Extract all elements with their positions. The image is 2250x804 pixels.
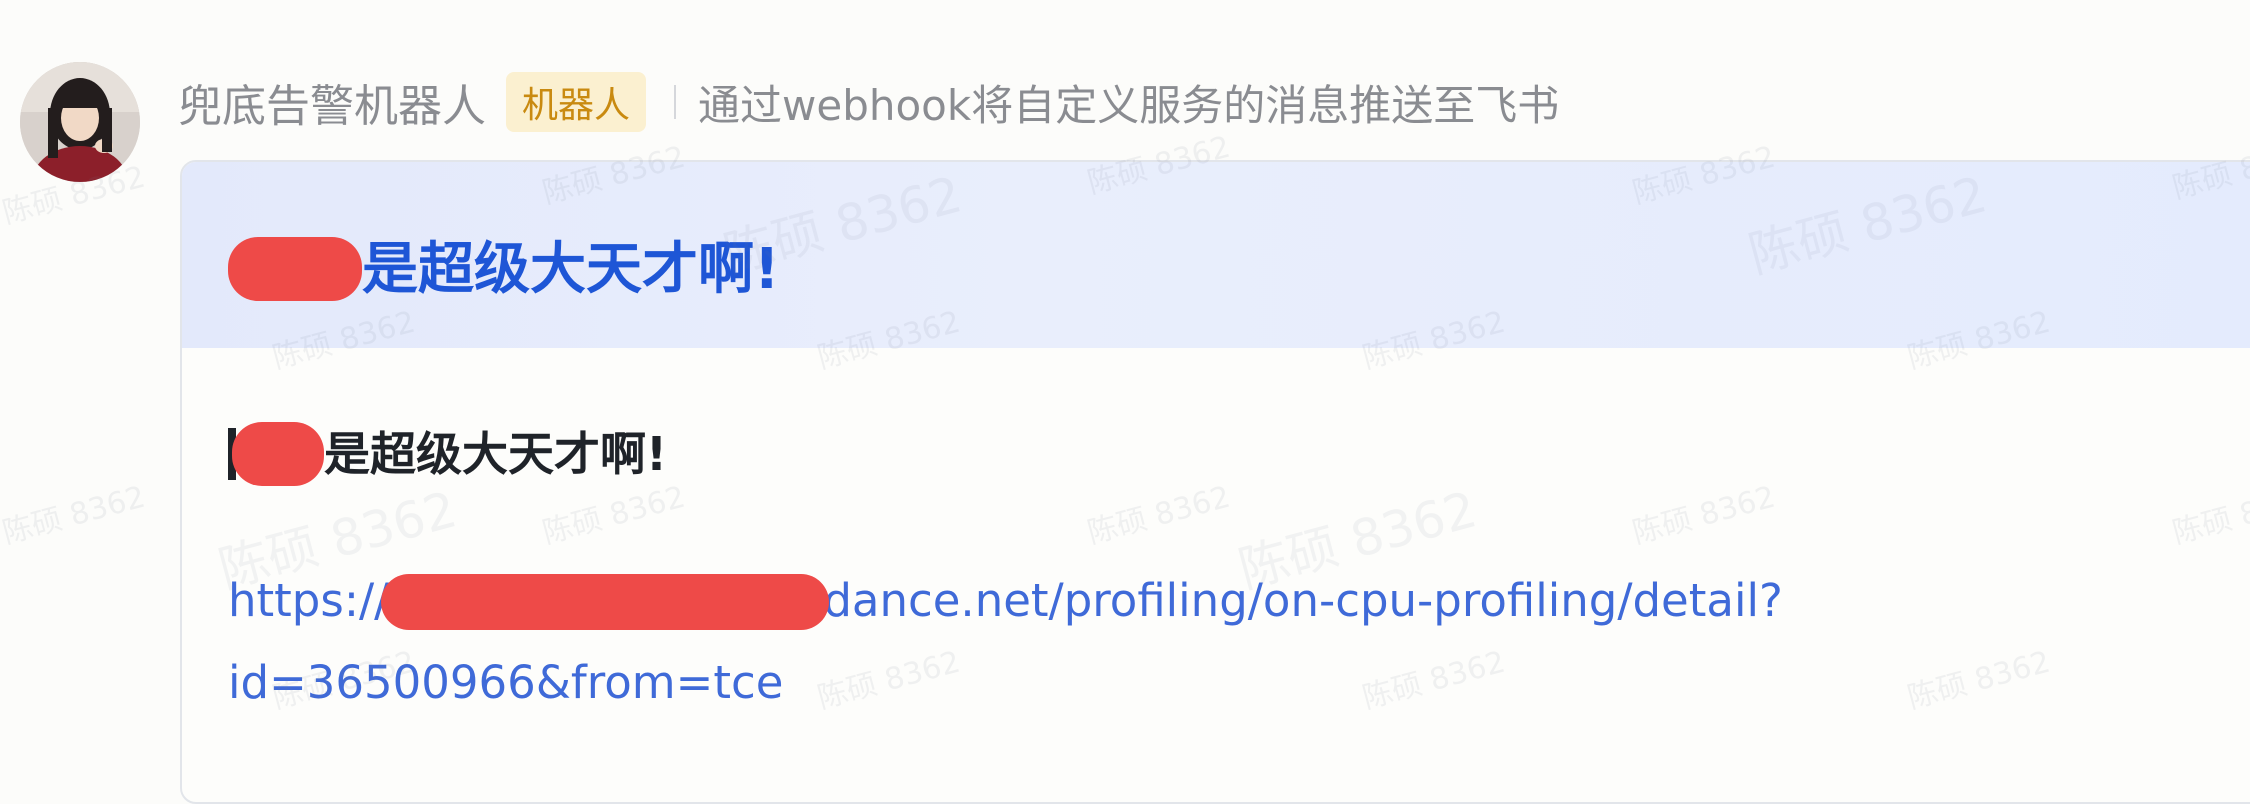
redaction-mark — [381, 574, 830, 630]
profiling-link[interactable]: https:// dance.net/profiling/on-cpu-profi… — [228, 574, 1783, 632]
watermark: 陈硕 8362 — [0, 479, 149, 552]
avatar-photo — [20, 62, 140, 182]
sender-avatar[interactable] — [20, 62, 140, 182]
card-title-text: 是超级大天才啊! — [362, 237, 780, 302]
link-query[interactable]: id=36500966&from=tce — [228, 656, 783, 709]
bot-badge: 机器人 — [506, 72, 647, 132]
message-card: 是超级大天才啊! 是超级大天才啊! https:// dance.net/prof… — [180, 160, 2250, 804]
profiling-link-continued[interactable]: id=36500966&from=tce — [228, 656, 783, 709]
sender-name[interactable]: 兜底告警机器人 — [178, 70, 486, 134]
link-prefix[interactable]: https:// — [228, 574, 389, 627]
card-body-text: 是超级大天才啊! — [228, 418, 667, 490]
link-suffix[interactable]: dance.net/profiling/on-cpu-profiling/det… — [823, 574, 1783, 627]
redaction-mark — [232, 421, 324, 486]
body-text-content: 是超级大天才啊! — [324, 427, 667, 481]
header-divider — [674, 85, 677, 119]
message-header: 兜底告警机器人 机器人 通过webhook将自定义服务的消息推送至飞书 — [178, 72, 1559, 132]
redaction-mark — [228, 236, 362, 301]
bot-description: 通过webhook将自定义服务的消息推送至飞书 — [698, 80, 1560, 130]
card-title: 是超级大天才啊! — [228, 224, 780, 305]
card-header: 是超级大天才啊! — [182, 162, 2250, 348]
